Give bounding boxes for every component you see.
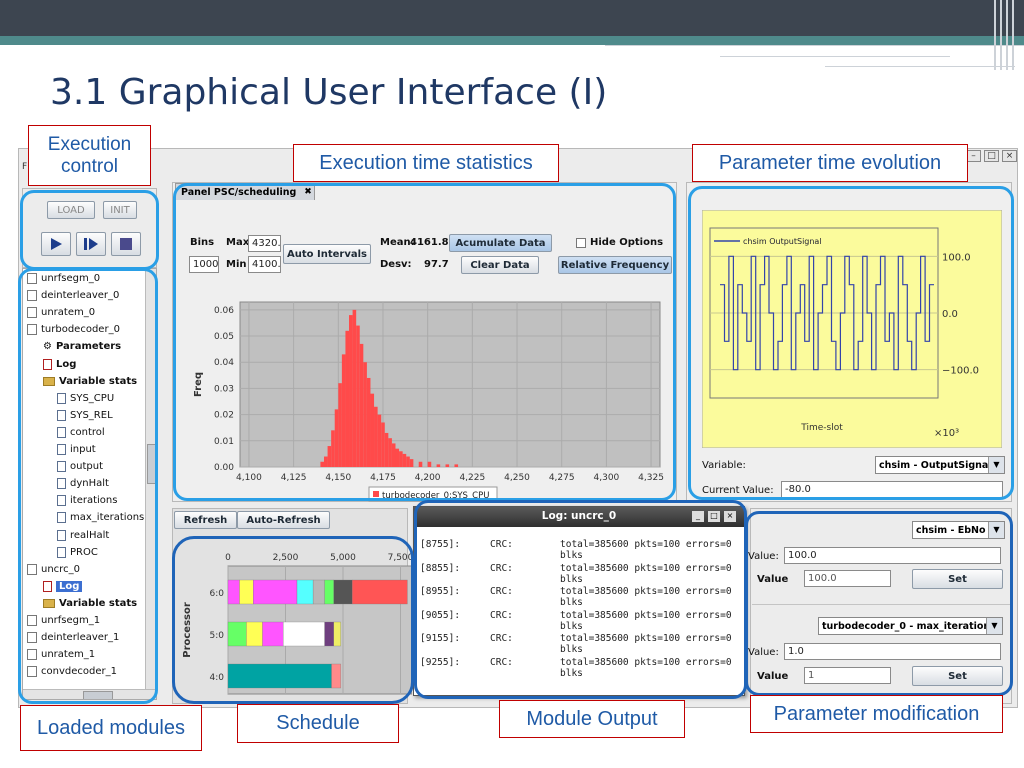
decor-stripe — [1012, 0, 1014, 70]
menu-fragment: F — [22, 162, 28, 172]
refresh-button[interactable]: Refresh — [174, 511, 237, 529]
annotation-execution-control: Execution control — [28, 125, 151, 186]
maximize-icon[interactable]: □ — [984, 150, 999, 162]
decor-line — [825, 66, 1015, 67]
annotation-parameter-modification: Parameter modification — [750, 695, 1003, 733]
decor-line — [605, 45, 1024, 46]
highlight-module-output — [414, 500, 747, 699]
decor-stripe — [994, 0, 996, 70]
annotation-execution-time-statistics: Execution time statistics — [293, 144, 559, 182]
annotation-parameter-time-evolution: Parameter time evolution — [692, 144, 968, 182]
decor-line — [720, 56, 950, 57]
minimize-icon[interactable]: – — [966, 150, 981, 162]
decor-stripe — [1000, 0, 1002, 70]
highlight-execution-control — [20, 190, 159, 270]
auto-refresh-button[interactable]: Auto-Refresh — [237, 511, 330, 529]
slide-header-gap — [0, 45, 605, 49]
annotation-module-output: Module Output — [499, 700, 685, 738]
slide-header-accent — [0, 36, 1024, 45]
highlight-schedule — [172, 536, 414, 704]
slide-title: 3.1 Graphical User Interface (I) — [50, 72, 608, 113]
annotation-loaded-modules: Loaded modules — [20, 705, 202, 751]
highlight-parameter-modification — [745, 511, 1013, 696]
decor-stripe — [1006, 0, 1008, 70]
highlight-execution-stats — [173, 183, 676, 501]
slide-header-bar — [0, 0, 1024, 36]
highlight-loaded-modules — [18, 268, 158, 704]
close-icon[interactable]: × — [1002, 150, 1017, 162]
annotation-schedule: Schedule — [237, 704, 399, 743]
highlight-parameter-evolution — [688, 186, 1014, 500]
